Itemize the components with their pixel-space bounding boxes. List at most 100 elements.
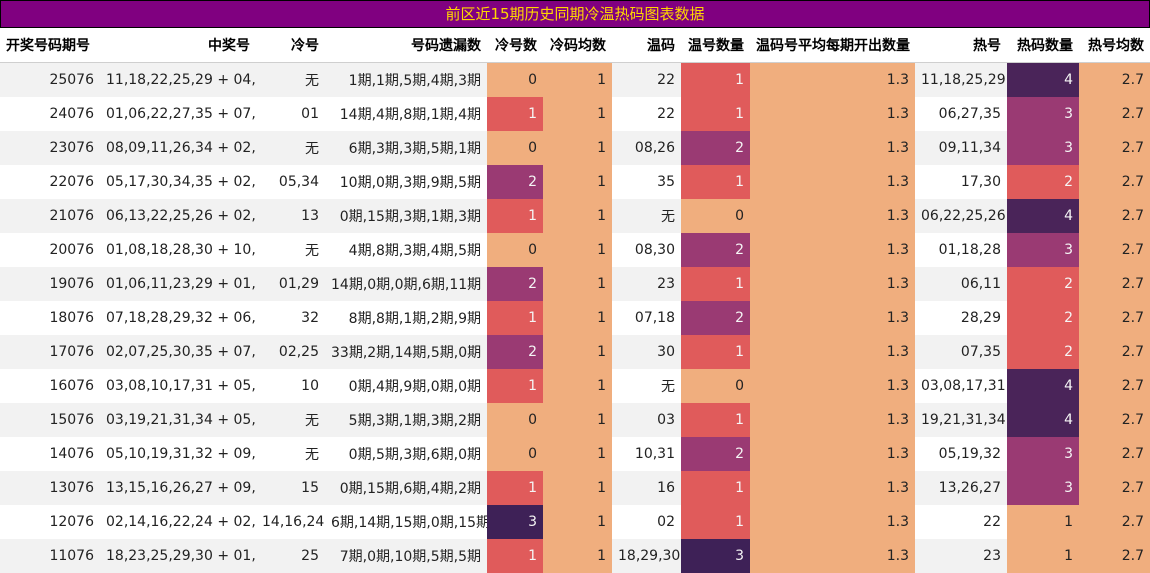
cell-warm: 23	[612, 267, 681, 301]
cell-cold-avg: 1	[543, 437, 612, 471]
table-row: 2307608,09,11,26,34 + 02,07无6期,3期,3期,5期,…	[0, 131, 1150, 165]
cell-hot: 19,21,31,34	[915, 403, 1007, 437]
cell-warm-count: 2	[681, 301, 750, 335]
cell-issue: 12076	[0, 505, 100, 539]
cell-warm: 02	[612, 505, 681, 539]
cell-omit: 0期,15期,6期,4期,2期	[325, 471, 487, 505]
cell-issue: 16076	[0, 369, 100, 403]
cell-hot-count: 2	[1007, 335, 1079, 369]
cell-omit: 6期,3期,3期,5期,1期	[325, 131, 487, 165]
cell-warm-count: 1	[681, 97, 750, 131]
cell-numbers: 11,18,22,25,29 + 04,12	[100, 62, 256, 97]
cell-warm-avg: 1.3	[750, 369, 915, 403]
cell-omit: 0期,15期,3期,1期,3期	[325, 199, 487, 233]
cell-warm-avg: 1.3	[750, 267, 915, 301]
cell-hot-avg: 2.7	[1079, 199, 1150, 233]
cell-cold-count: 1	[487, 97, 543, 131]
cell-omit: 6期,14期,15期,0期,15期	[325, 505, 487, 539]
cell-hot: 06,22,25,26	[915, 199, 1007, 233]
cell-cold: 01,29	[256, 267, 325, 301]
cell-numbers: 05,17,30,34,35 + 02,09	[100, 165, 256, 199]
cell-hot-count: 1	[1007, 539, 1079, 573]
cell-hot: 06,11	[915, 267, 1007, 301]
cell-cold-count: 0	[487, 131, 543, 165]
col-header-omit: 号码遗漏数	[325, 28, 487, 63]
cell-warm-avg: 1.3	[750, 301, 915, 335]
cell-warm: 08,26	[612, 131, 681, 165]
cell-omit: 8期,8期,1期,2期,9期	[325, 301, 487, 335]
cell-hot-avg: 2.7	[1079, 403, 1150, 437]
cell-hot-avg: 2.7	[1079, 437, 1150, 471]
cell-hot-count: 3	[1007, 97, 1079, 131]
cell-hot-count: 4	[1007, 62, 1079, 97]
cell-numbers: 06,13,22,25,26 + 02,04	[100, 199, 256, 233]
table-row: 1507603,19,21,31,34 + 05,12无5期,3期,1期,3期,…	[0, 403, 1150, 437]
col-header-hot: 热号	[915, 28, 1007, 63]
cell-cold: 13	[256, 199, 325, 233]
cell-cold-avg: 1	[543, 199, 612, 233]
cell-hot: 28,29	[915, 301, 1007, 335]
cell-issue: 23076	[0, 131, 100, 165]
cell-warm-avg: 1.3	[750, 62, 915, 97]
cell-cold-count: 1	[487, 199, 543, 233]
cell-cold: 无	[256, 233, 325, 267]
table-row: 1107618,23,25,29,30 + 01,02257期,0期,10期,5…	[0, 539, 1150, 573]
cell-cold-avg: 1	[543, 403, 612, 437]
cell-warm-avg: 1.3	[750, 539, 915, 573]
table-row: 1707602,07,25,30,35 + 07,1202,2533期,2期,1…	[0, 335, 1150, 369]
col-header-warm-count: 温号数量	[681, 28, 750, 63]
cell-warm-avg: 1.3	[750, 505, 915, 539]
cell-warm: 10,31	[612, 437, 681, 471]
table-title: 前区近15期历史同期冷温热码图表数据	[0, 0, 1150, 28]
cell-cold: 无	[256, 62, 325, 97]
table-row: 1407605,10,19,31,32 + 09,10无0期,5期,3期,6期,…	[0, 437, 1150, 471]
cell-hot-avg: 2.7	[1079, 505, 1150, 539]
cell-numbers: 08,09,11,26,34 + 02,07	[100, 131, 256, 165]
cell-warm-count: 1	[681, 165, 750, 199]
table-row: 2507611,18,22,25,29 + 04,12无1期,1期,5期,4期,…	[0, 62, 1150, 97]
header-row: 开奖号码期号 中奖号 冷号 号码遗漏数 冷号数 冷码均数 温码 温号数量 温码号…	[0, 28, 1150, 63]
cell-hot-count: 2	[1007, 301, 1079, 335]
cell-issue: 19076	[0, 267, 100, 301]
cell-cold-avg: 1	[543, 471, 612, 505]
cell-hot: 01,18,28	[915, 233, 1007, 267]
cell-hot-avg: 2.7	[1079, 131, 1150, 165]
cell-hot-count: 4	[1007, 369, 1079, 403]
cell-numbers: 01,08,18,28,30 + 10,12	[100, 233, 256, 267]
cell-warm: 30	[612, 335, 681, 369]
cell-hot-avg: 2.7	[1079, 97, 1150, 131]
cell-cold-count: 2	[487, 267, 543, 301]
cell-hot-count: 3	[1007, 471, 1079, 505]
cell-warm-count: 3	[681, 539, 750, 573]
cell-cold-avg: 1	[543, 369, 612, 403]
cell-cold: 无	[256, 403, 325, 437]
table-row: 2107606,13,22,25,26 + 02,04130期,15期,3期,1…	[0, 199, 1150, 233]
cell-issue: 20076	[0, 233, 100, 267]
cell-hot: 05,19,32	[915, 437, 1007, 471]
table-row: 2007601,08,18,28,30 + 10,12无4期,8期,3期,4期,…	[0, 233, 1150, 267]
cell-hot-count: 3	[1007, 233, 1079, 267]
cell-hot-count: 3	[1007, 131, 1079, 165]
cell-cold-count: 1	[487, 369, 543, 403]
cell-warm-avg: 1.3	[750, 131, 915, 165]
cell-omit: 0期,5期,3期,6期,0期	[325, 437, 487, 471]
cell-hot: 07,35	[915, 335, 1007, 369]
cell-hot: 13,26,27	[915, 471, 1007, 505]
cell-hot: 23	[915, 539, 1007, 573]
cell-hot-avg: 2.7	[1079, 335, 1150, 369]
cell-cold: 15	[256, 471, 325, 505]
cell-warm: 18,29,30	[612, 539, 681, 573]
cell-cold-avg: 1	[543, 539, 612, 573]
table-row: 1607603,08,10,17,31 + 05,06100期,4期,9期,0期…	[0, 369, 1150, 403]
cell-issue: 14076	[0, 437, 100, 471]
table-row: 2207605,17,30,34,35 + 02,0905,3410期,0期,3…	[0, 165, 1150, 199]
cell-hot-avg: 2.7	[1079, 267, 1150, 301]
cell-omit: 10期,0期,3期,9期,5期	[325, 165, 487, 199]
table-body: 2507611,18,22,25,29 + 04,12无1期,1期,5期,4期,…	[0, 62, 1150, 573]
cell-issue: 17076	[0, 335, 100, 369]
cell-cold: 25	[256, 539, 325, 573]
table-row: 1207602,14,16,22,24 + 02,0514,16,246期,14…	[0, 505, 1150, 539]
col-header-cold-avg: 冷码均数	[543, 28, 612, 63]
cell-hot-avg: 2.7	[1079, 62, 1150, 97]
cell-cold-avg: 1	[543, 335, 612, 369]
